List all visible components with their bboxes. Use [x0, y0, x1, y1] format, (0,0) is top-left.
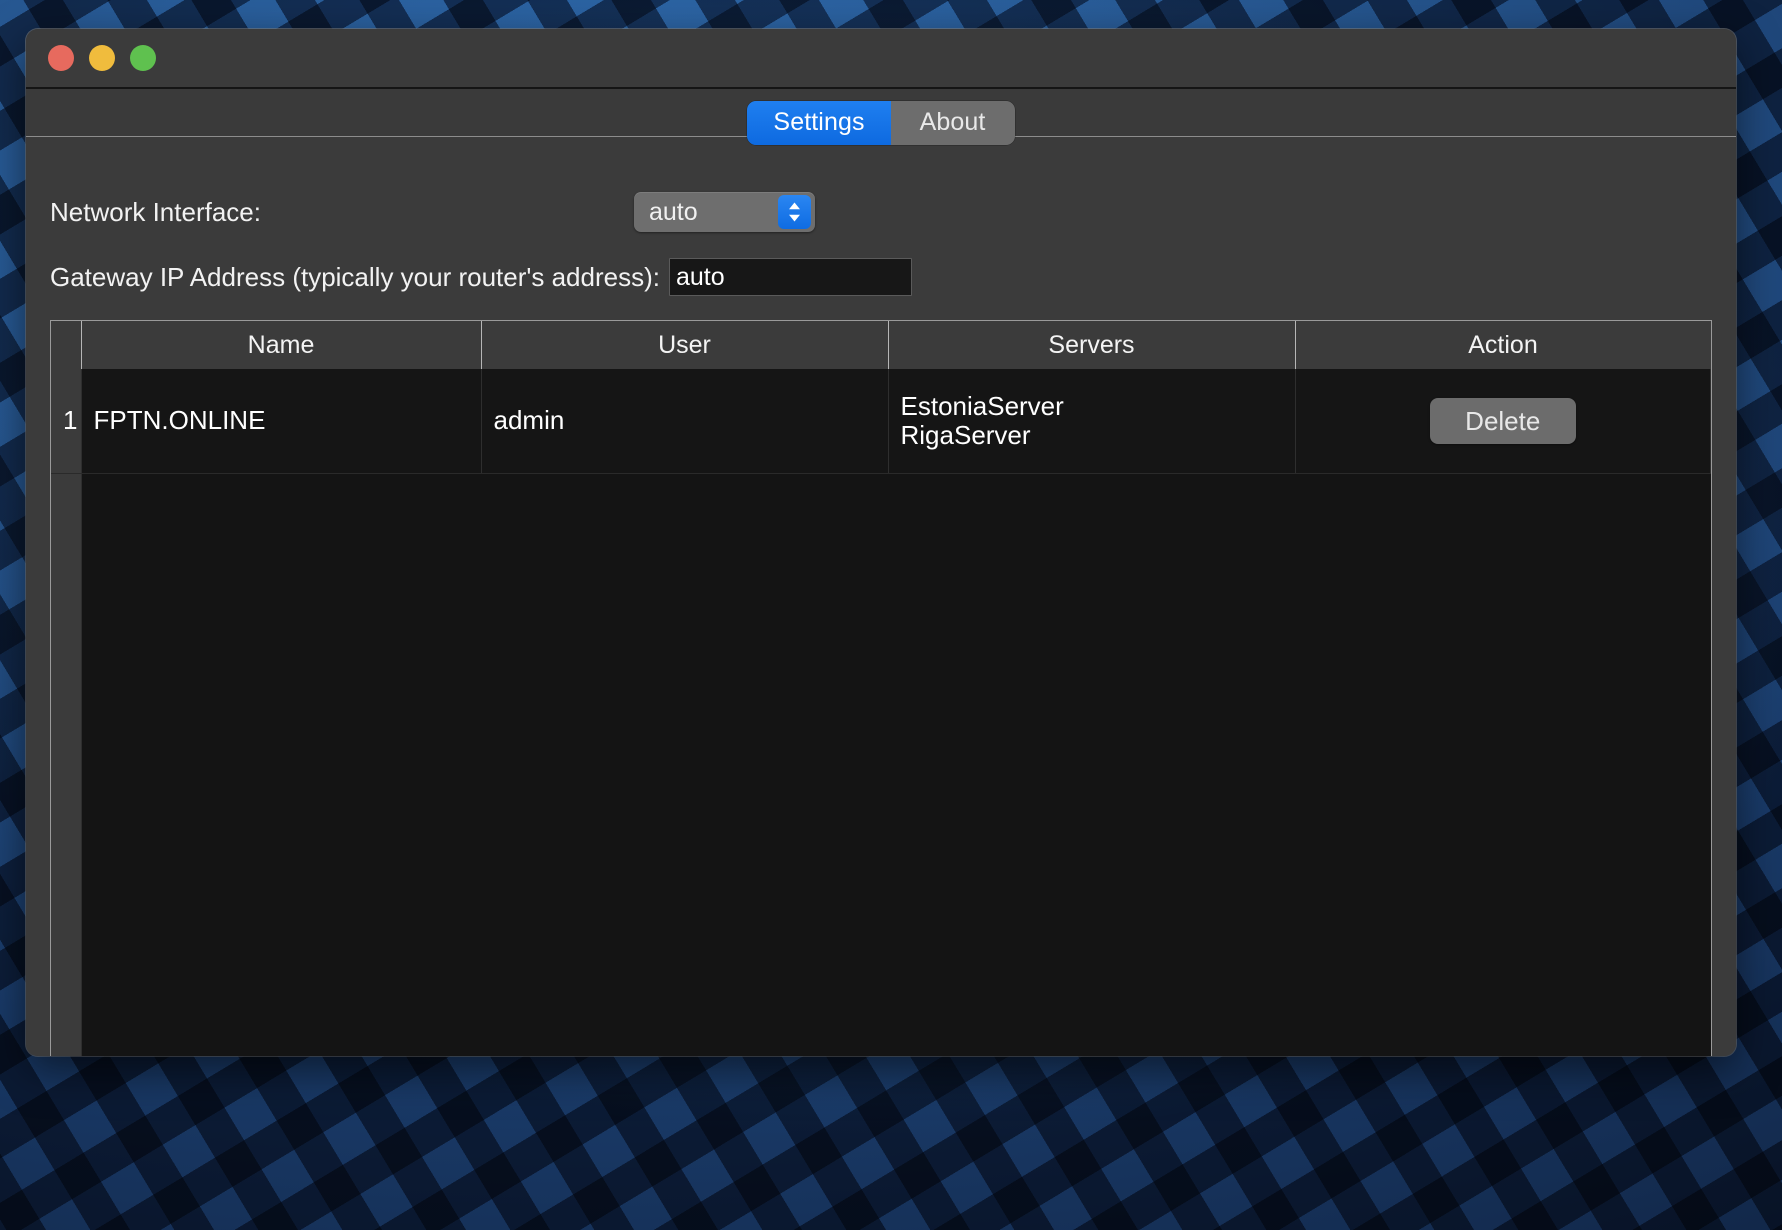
close-window-icon[interactable]: [48, 45, 74, 71]
network-interface-row: Network Interface: auto: [50, 185, 1712, 239]
window-titlebar: [26, 29, 1736, 89]
gateway-label: Gateway IP Address (typically your route…: [50, 261, 660, 292]
network-interface-select[interactable]: auto: [634, 192, 815, 232]
table-empty-area: [51, 473, 1711, 1056]
tab-bar: Settings About: [26, 89, 1736, 145]
row-number: 1: [51, 369, 82, 474]
tab-about[interactable]: About: [890, 100, 1015, 145]
cell-name: FPTN.ONLINE: [81, 369, 482, 474]
cell-action: Delete: [1295, 369, 1711, 474]
maximize-window-icon[interactable]: [130, 45, 156, 71]
table-header-row: Name User Servers Action: [51, 321, 1711, 369]
network-interface-selected-value: auto: [649, 197, 698, 226]
table-empty-body: [82, 473, 1711, 1056]
tab-group: Settings About: [747, 100, 1015, 145]
server-name: RigaServer: [900, 419, 1031, 450]
settings-panel: Network Interface: auto Gateway IP Addre…: [26, 137, 1736, 1056]
table-corner-header: [51, 321, 82, 369]
column-header-action[interactable]: Action: [1295, 321, 1711, 369]
network-interface-label: Network Interface:: [50, 196, 261, 227]
gateway-input[interactable]: [668, 258, 912, 296]
tab-settings-label: Settings: [773, 108, 865, 136]
server-name: EstoniaServer: [900, 390, 1064, 421]
column-header-name[interactable]: Name: [81, 321, 482, 369]
column-header-servers[interactable]: Servers: [888, 321, 1296, 369]
delete-button[interactable]: Delete: [1429, 397, 1576, 444]
servers-table-head: Name User Servers Action: [51, 321, 1711, 369]
cell-servers: EstoniaServer RigaServer: [888, 369, 1296, 474]
gateway-row: Gateway IP Address (typically your route…: [50, 250, 1712, 304]
cell-user: admin: [481, 369, 889, 474]
app-window: Settings About Network Interface: auto G…: [26, 29, 1736, 1056]
chevron-up-down-icon[interactable]: [778, 195, 811, 229]
servers-table: Name User Servers Action 1 FPTN.ONLINE a…: [51, 321, 1711, 474]
table-row[interactable]: 1 FPTN.ONLINE admin EstoniaServer RigaSe…: [51, 369, 1711, 474]
column-header-user[interactable]: User: [481, 321, 889, 369]
table-row-gutter: [51, 473, 82, 1056]
tab-about-label: About: [919, 108, 986, 136]
servers-table-body: 1 FPTN.ONLINE admin EstoniaServer RigaSe…: [51, 369, 1711, 474]
servers-table-container: Name User Servers Action 1 FPTN.ONLINE a…: [50, 320, 1712, 1056]
tab-settings[interactable]: Settings: [747, 100, 891, 145]
minimize-window-icon[interactable]: [89, 45, 115, 71]
